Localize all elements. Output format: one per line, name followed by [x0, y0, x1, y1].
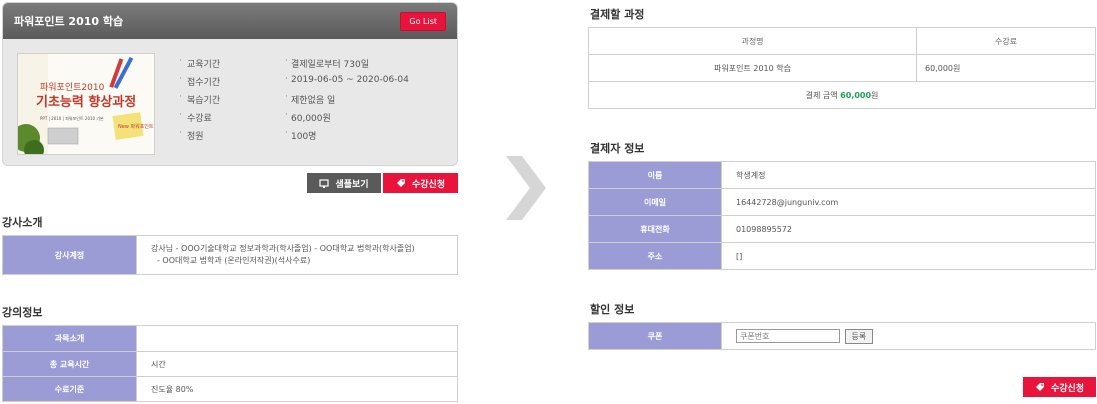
payer-label: 휴대전화	[588, 215, 722, 243]
lecture-section-title: 강의정보	[2, 306, 43, 319]
info-row: 복습기간 제한없음 일	[179, 92, 409, 111]
lecture-value	[136, 325, 458, 352]
info-key: 수강료	[179, 110, 285, 129]
lecture-label: 과목소개	[2, 325, 137, 352]
table-row: 휴대전화 01098895572	[588, 215, 1096, 243]
total-unit: 원	[871, 90, 879, 100]
table-row: 쿠폰 등록	[588, 322, 1096, 350]
apply-label: 수강신청	[1050, 383, 1085, 394]
info-key: 접수기간	[179, 74, 285, 93]
info-row: 교육기간 결제일로부터 730일	[179, 56, 409, 75]
info-value: 제한없음 일	[285, 92, 335, 111]
coupon-register-button[interactable]: 등록	[844, 328, 874, 344]
table-row: 주소 []	[588, 242, 1096, 270]
payer-table: 이름 학생계정 이메일 16442728@junguniv.com 휴대전화 0…	[588, 161, 1096, 270]
course-title: 파워포인트 2010 학습	[14, 15, 124, 28]
info-value: 결제일로부터 730일	[285, 56, 369, 75]
payer-value: []	[721, 242, 1096, 270]
lecture-value: 시간	[136, 351, 458, 377]
course-card: 파워포인트 2010 학습 Go List 파워포인트2010 기초능력 향상과…	[2, 2, 458, 166]
sample-view-button[interactable]: 샘플보기	[307, 173, 381, 193]
lecture-value: 진도율 80%	[136, 376, 458, 402]
apply-label: 수강신청	[411, 179, 446, 190]
payer-value: 01098895572	[721, 215, 1096, 243]
table-row: 강사계정 강사님 - OOO기술대학교 정보과학과(학사졸업) - OO대학교 …	[2, 235, 458, 275]
course-thumbnail: 파워포인트2010 기초능력 향상과정 PPT | 2010 | 파워포인트 2…	[17, 53, 155, 155]
course-header: 파워포인트 2010 학습 Go List	[3, 3, 457, 39]
instructor-label: 강사계정	[2, 235, 137, 275]
info-key: 복습기간	[179, 92, 285, 111]
instructor-value: 강사님 - OOO기술대학교 정보과학과(학사졸업) - OO대학교 법학과(학…	[136, 235, 458, 275]
payer-label: 주소	[588, 242, 722, 270]
info-value: 60,000원	[285, 110, 331, 129]
total-amount: 60,000	[840, 90, 872, 100]
thumbnail-line3: PPT | 2010 | 파워포인트 2010 기본	[40, 115, 104, 121]
tag-icon	[1035, 383, 1044, 391]
table-row: 과목소개	[2, 325, 458, 352]
info-row: 정원 100명	[179, 128, 409, 147]
coupon-label: 쿠폰	[588, 322, 722, 350]
instructor-line1: 강사님 - OOO기술대학교 정보과학과(학사졸업) - OO대학교 법학과(학…	[151, 244, 415, 253]
course-info-list: 교육기간 결제일로부터 730일 접수기간 2019-06-05 ~ 2020-…	[179, 56, 409, 147]
coupon-cell: 등록	[721, 322, 1096, 350]
column-header: 수강료	[916, 27, 1096, 55]
table-row: 이메일 16442728@junguniv.com	[588, 188, 1096, 216]
discount-table: 쿠폰 등록	[588, 322, 1096, 350]
info-row: 수강료 60,000원	[179, 110, 409, 129]
go-list-button[interactable]: Go List	[400, 11, 446, 31]
monitor-icon	[319, 179, 330, 188]
payer-section-title: 결제자 정보	[590, 142, 645, 155]
total-label: 결제 금액	[805, 90, 838, 100]
payer-label: 이메일	[588, 188, 722, 216]
chevron-right-icon	[506, 156, 546, 220]
table-row: 파워포인트 2010 학습 60,000원	[588, 54, 1096, 82]
payment-course-table: 과정명 수강료 파워포인트 2010 학습 60,000원 결제 금액 60,0…	[588, 27, 1096, 109]
coupon-input[interactable]	[736, 329, 840, 343]
apply-button-top[interactable]: 수강신청	[383, 173, 458, 193]
apply-button-bottom[interactable]: 수강신청	[1023, 377, 1096, 397]
info-value: 2019-06-05 ~ 2020-06-04	[285, 74, 409, 93]
tag-icon	[396, 179, 405, 187]
column-header: 과정명	[588, 27, 917, 55]
course-name-cell: 파워포인트 2010 학습	[588, 54, 917, 82]
info-key: 정원	[179, 128, 285, 147]
instructor-line2: - OO대학교 법학과 (온라인저작권)(석사수료)	[157, 256, 311, 265]
discount-section-title: 할인 정보	[590, 303, 635, 316]
total-row: 결제 금액 60,000원	[588, 81, 1096, 109]
lecture-label: 수료기준	[2, 376, 137, 402]
table-row: 수료기준 진도율 80%	[2, 376, 458, 402]
lecture-label: 총 교육시간	[2, 351, 137, 377]
info-key: 교육기간	[179, 56, 285, 75]
payer-value: 16442728@junguniv.com	[721, 188, 1096, 216]
table-row: 이름 학생계정	[588, 161, 1096, 189]
info-value: 100명	[285, 128, 316, 147]
payer-label: 이름	[588, 161, 722, 189]
table-row: 총 교육시간 시간	[2, 351, 458, 377]
total-cell: 결제 금액 60,000원	[588, 81, 1096, 109]
thumbnail-line2: 기초능력 향상과정	[36, 94, 136, 110]
sample-view-label: 샘플보기	[335, 179, 369, 190]
lecture-table: 과목소개 총 교육시간 시간 수료기준 진도율 80%	[2, 325, 458, 402]
info-row: 접수기간 2019-06-05 ~ 2020-06-04	[179, 74, 409, 93]
course-fee-cell: 60,000원	[916, 54, 1096, 82]
instructor-table: 강사계정 강사님 - OOO기술대학교 정보과학과(학사졸업) - OO대학교 …	[2, 235, 458, 275]
payer-value: 학생계정	[721, 161, 1096, 189]
instructor-section-title: 강사소개	[2, 216, 43, 229]
payment-course-section-title: 결제할 과정	[590, 8, 645, 21]
thumbnail-line1: 파워포인트2010	[40, 82, 105, 93]
thumbnail-memo: New 파워포인트	[118, 123, 154, 130]
table-header-row: 과정명 수강료	[588, 27, 1096, 55]
